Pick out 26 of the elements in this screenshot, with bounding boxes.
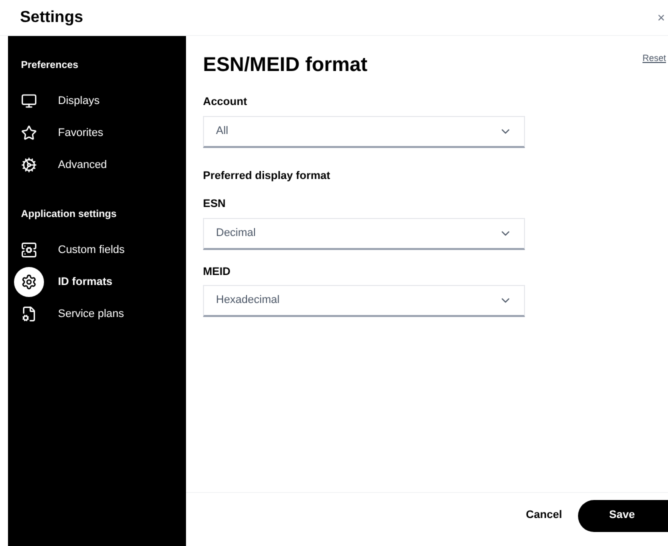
sidebar-item[interactable]: Advanced [8, 149, 186, 181]
section-heading: Preferences [20, 59, 80, 73]
section-heading: Preferred display format [203, 168, 332, 184]
gear-icon [21, 274, 37, 290]
sidebar-item[interactable]: Custom fields [8, 234, 186, 266]
select-field[interactable]: Hexadecimal [203, 285, 525, 317]
save-button[interactable]: Save [578, 500, 668, 532]
section-heading: Application settings [20, 208, 118, 222]
field-label: MEID [203, 264, 232, 280]
window-title: Settings [20, 8, 84, 28]
monitor-icon [21, 93, 37, 109]
star-icon [21, 125, 37, 141]
field-label: ESN [203, 197, 227, 212]
sidebar-item[interactable]: ID formats [8, 266, 186, 298]
reset-link[interactable]: Reset [642, 52, 666, 66]
sidebar-item[interactable]: Favorites [8, 117, 186, 149]
sidebar-item[interactable]: Service plans [8, 298, 186, 330]
field-label: Account [203, 95, 248, 110]
close-button[interactable]: × [656, 11, 666, 24]
document-gear-icon [21, 306, 37, 322]
cancel-button[interactable]: Cancel [526, 507, 562, 524]
select-field[interactable]: All [203, 116, 525, 148]
sidebar-item[interactable]: Displays [8, 85, 186, 117]
list-gear-icon [21, 242, 37, 258]
select-field[interactable]: Decimal [203, 218, 525, 250]
page-title: ESN/MEID format [203, 53, 368, 78]
